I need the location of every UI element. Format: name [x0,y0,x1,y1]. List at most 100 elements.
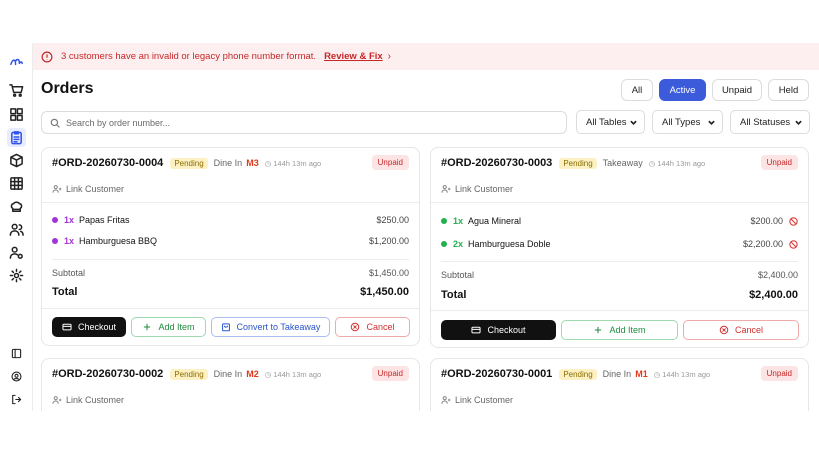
search-icon [50,118,60,128]
total-label: Total [441,289,467,301]
plus-icon [144,323,151,331]
order-time: 144h 13m ago [273,369,322,379]
order-type: Dine In [213,369,243,379]
statuses-select[interactable]: All Statuses [730,110,810,134]
bag-icon [221,323,230,332]
payment-badge: Unpaid [371,155,409,170]
tables-select[interactable]: All Tables [576,110,645,134]
status-badge: Pending [559,157,597,169]
logo-icon[interactable] [7,52,26,71]
list-item: 1x Agua Mineral $200.00 [441,216,798,226]
item-name: Hamburguesa Doble [468,239,551,249]
add-item-button[interactable]: Add Item [561,320,678,340]
table-icon[interactable] [7,174,26,193]
tab-unpaid[interactable]: Unpaid [712,79,762,101]
remove-item-icon[interactable] [789,239,798,249]
clock-icon: ◷ [264,369,272,379]
x-circle-icon [719,325,729,335]
order-type: Dine In [213,158,243,168]
cancel-label: Cancel [734,325,763,335]
chevron-down-icon [630,118,637,126]
types-select-value: All Types [662,116,701,128]
convert-label: Convert to Takeaway [236,322,321,332]
chevron-right-icon[interactable]: › [388,51,391,62]
cart-icon[interactable] [7,81,26,100]
subtotal-row: Subtotal $2,400.00 [441,270,798,280]
order-card: #ORD-20260730-0001 Pending Dine In M1 ◷ … [430,358,809,411]
status-badge: Pending [170,368,208,380]
users-icon[interactable] [7,220,26,239]
user-plus-icon [52,185,62,193]
checkout-button[interactable]: Checkout [52,317,126,337]
item-name: Hamburguesa BBQ [79,236,158,246]
credit-card-icon [62,323,72,331]
tab-all[interactable]: All [621,79,653,101]
order-time: 144h 13m ago [657,158,706,168]
payment-badge: Unpaid [760,366,798,381]
total-value: $1,450.00 [360,286,409,298]
link-customer-label: Link Customer [66,184,125,194]
clock-icon: ◷ [264,158,272,168]
clipboard-icon[interactable] [7,128,26,147]
table-label: M3 [246,158,259,168]
settings-icon[interactable] [7,266,26,285]
order-card: #ORD-20260730-0002 Pending Dine In M2 ◷ … [41,358,420,411]
list-item: 1x Papas Fritas $250.00 [52,215,409,225]
order-number: #ORD-20260730-0001 [441,368,553,380]
sidebar [0,43,33,411]
add-item-button[interactable]: Add Item [131,317,206,337]
link-customer-button[interactable]: Link Customer [441,395,513,405]
remove-item-icon[interactable] [789,216,798,226]
logout-icon[interactable] [7,390,26,409]
chef-hat-icon[interactable] [7,197,26,216]
item-qty: 1x [453,216,464,226]
cancel-button[interactable]: Cancel [335,317,410,337]
tab-held[interactable]: Held [768,79,809,101]
page-title: Orders [41,80,94,97]
item-dot [441,218,447,224]
subtotal-label: Subtotal [52,268,86,278]
item-dot [52,238,58,244]
add-item-label: Add Item [158,322,195,332]
user-settings-icon[interactable] [7,243,26,262]
cancel-button[interactable]: Cancel [683,320,799,340]
order-card: #ORD-20260730-0004 Pending Dine In M3 ◷ … [41,147,420,346]
item-name: Agua Mineral [468,216,522,226]
checkout-button[interactable]: Checkout [441,320,556,340]
list-item: 2x Hamburguesa Doble $2,200.00 [441,239,798,249]
link-customer-button[interactable]: Link Customer [441,184,513,194]
order-number: #ORD-20260730-0002 [52,368,164,380]
types-select[interactable]: All Types [652,110,723,134]
payment-badge: Unpaid [760,155,798,170]
plus-icon [595,326,602,334]
credit-card-icon [471,326,482,334]
link-customer-label: Link Customer [455,184,514,194]
user-plus-icon [441,185,451,193]
clock-icon: ◷ [653,369,661,379]
checkout-label: Checkout [77,322,117,332]
link-customer-button[interactable]: Link Customer [52,184,124,194]
link-customer-label: Link Customer [455,395,514,405]
item-price: $2,200.00 [742,239,783,249]
list-item: 1x Hamburguesa BBQ $1,200.00 [52,236,409,246]
chevron-down-icon [708,118,715,126]
order-number: #ORD-20260730-0004 [52,157,164,169]
review-fix-link[interactable]: Review & Fix [324,51,383,62]
panel-icon[interactable] [7,344,26,363]
tab-active[interactable]: Active [659,79,706,101]
item-qty: 1x [64,236,75,246]
subtotal-value: $1,450.00 [368,268,409,278]
order-type: Dine In [602,369,632,379]
box-icon[interactable] [7,151,26,170]
item-price: $250.00 [376,215,409,225]
grid-icon[interactable] [7,105,26,124]
status-badge: Pending [170,157,208,169]
add-item-label: Add Item [609,325,646,335]
total-row: Total $1,450.00 [52,286,409,298]
link-customer-button[interactable]: Link Customer [52,395,124,405]
order-number: #ORD-20260730-0003 [441,157,553,169]
table-label: M1 [635,369,648,379]
user-circle-icon[interactable] [7,367,26,386]
convert-takeaway-button[interactable]: Convert to Takeaway [211,317,330,337]
search-input[interactable]: Search by order number... [41,111,567,134]
